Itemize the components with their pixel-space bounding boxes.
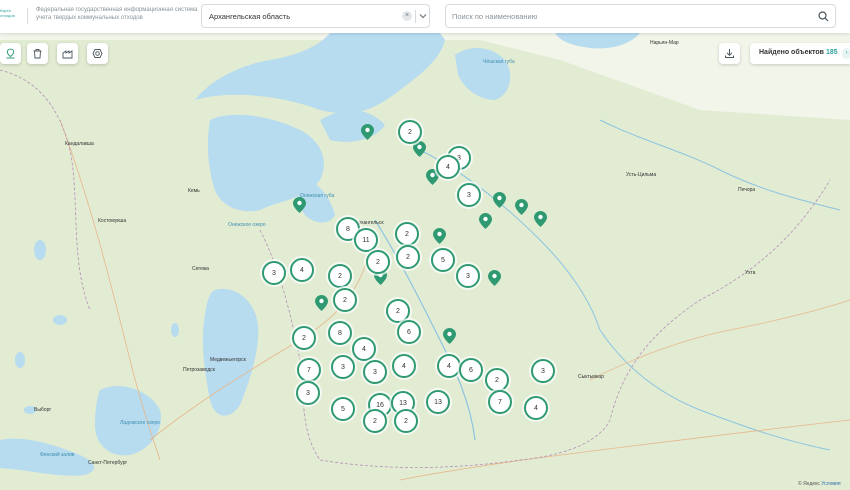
map-base-layer — [0, 0, 850, 490]
found-objects-label: Найдено объектов 185 — [759, 49, 838, 56]
chevron-right-icon[interactable]: › — [842, 48, 850, 59]
region-select-value: Архангельская область — [209, 12, 291, 21]
map-cluster[interactable]: 2 — [328, 264, 352, 288]
map-label-kem: Кемь — [188, 188, 200, 194]
map-label-ust-tsilma: Усть-Цильма — [626, 172, 657, 178]
map[interactable]: Онежская губа Онежское озеро Чёшская губ… — [0, 0, 850, 490]
map-cluster[interactable]: 5 — [331, 397, 355, 421]
map-pin-icon[interactable] — [315, 295, 328, 311]
map-cluster[interactable]: 4 — [392, 354, 416, 378]
map-pin-icon[interactable] — [413, 141, 426, 157]
map-cluster[interactable]: 7 — [488, 390, 512, 414]
map-cluster[interactable]: 11 — [354, 228, 378, 252]
search-input[interactable] — [452, 9, 812, 24]
trash-icon — [33, 49, 42, 59]
map-cluster[interactable]: 2 — [363, 409, 387, 433]
region-select-separator — [415, 10, 416, 23]
map-label-petrozavodsk: Петрозаводск — [183, 367, 215, 373]
map-label-finnish-gulf: Финский залив — [40, 452, 75, 458]
logo[interactable]: Карта отходов — [0, 8, 22, 26]
attribution-prefix: © Яндекс — [798, 481, 820, 487]
chevron-down-icon[interactable] — [418, 10, 428, 22]
map-cluster[interactable]: 2 — [366, 250, 390, 274]
map-label-vyborg: Выборг — [34, 407, 52, 413]
map-cluster[interactable]: 8 — [328, 321, 352, 345]
map-label-cheshskaya-bay: Чёшская губа — [483, 59, 515, 65]
map-pin-icon[interactable] — [488, 270, 501, 286]
map-label-kandalaksha: Кандалакша — [65, 141, 94, 147]
map-cluster[interactable]: 2 — [395, 222, 419, 246]
terms-link[interactable]: Условия — [821, 481, 840, 487]
map-cluster[interactable]: 7 — [297, 358, 321, 382]
download-button[interactable] — [719, 43, 740, 64]
location-pin-tool-button[interactable] — [0, 43, 21, 64]
map-cluster[interactable]: 2 — [292, 326, 316, 350]
map-pin-icon[interactable] — [361, 124, 374, 140]
map-cluster[interactable]: 6 — [397, 320, 421, 344]
map-label-ukhta: Ухта — [745, 270, 756, 276]
map-cluster[interactable]: 2 — [394, 409, 418, 433]
search-box[interactable] — [445, 4, 836, 28]
map-cluster[interactable]: 3 — [456, 264, 480, 288]
map-cluster[interactable]: 5 — [431, 248, 455, 272]
map-pin-icon[interactable] — [293, 197, 306, 213]
map-label-medvezhyegorsk: Медвежьегорск — [210, 357, 246, 363]
map-label-syktyvkar: Сыктывкар — [578, 374, 604, 380]
gear-icon — [92, 49, 103, 58]
map-label-ladoga: Ладожское озеро — [120, 420, 161, 426]
factory-icon — [62, 50, 73, 59]
map-cluster[interactable]: 4 — [524, 396, 548, 420]
map-cluster[interactable]: 3 — [531, 359, 555, 383]
map-label-kostomuksha: Костомукша — [98, 218, 127, 224]
map-pin-icon[interactable] — [479, 213, 492, 229]
map-cluster[interactable]: 3 — [457, 183, 481, 207]
map-label-naryan-mar: Нарьян-Мар — [650, 40, 679, 46]
map-pin-icon[interactable] — [534, 211, 547, 227]
header: Карта отходов Федеральная государственна… — [0, 0, 850, 33]
logo-divider — [27, 8, 28, 24]
map-pin-icon[interactable] — [433, 228, 446, 244]
map-pin-icon[interactable] — [493, 192, 506, 208]
map-cluster[interactable]: 3 — [363, 360, 387, 384]
found-objects-panel[interactable]: Найдено объектов 185 › — [750, 43, 850, 64]
map-cluster[interactable]: 6 — [459, 358, 483, 382]
settings-tool-button[interactable] — [87, 43, 108, 64]
map-label-onega-lake-north: Онежское озеро — [228, 222, 266, 228]
map-cluster[interactable]: 4 — [352, 337, 376, 361]
map-pin-icon — [6, 48, 15, 59]
map-label-pechora: Печора — [738, 187, 756, 193]
header-title: Федеральная государственная информационн… — [36, 7, 198, 21]
map-cluster[interactable]: 2 — [396, 245, 420, 269]
map-pin-icon[interactable] — [515, 199, 528, 215]
facility-tool-button[interactable] — [57, 43, 78, 64]
map-cluster[interactable]: 2 — [398, 120, 422, 144]
search-icon[interactable] — [818, 11, 829, 22]
map-cluster[interactable]: 3 — [262, 261, 286, 285]
logo-text: Карта отходов — [0, 8, 15, 18]
found-label-text: Найдено объектов — [759, 49, 824, 56]
close-icon[interactable]: × — [402, 11, 412, 21]
found-objects-count: 185 — [825, 49, 838, 56]
delete-tool-button[interactable] — [27, 43, 48, 64]
map-attribution: © Яндекс Условия — [798, 481, 841, 487]
download-icon — [725, 49, 734, 58]
map-cluster[interactable]: 3 — [331, 355, 355, 379]
map-cluster[interactable]: 3 — [296, 381, 320, 405]
map-label-segezha: Сегежа — [192, 266, 209, 272]
map-cluster[interactable]: 2 — [333, 288, 357, 312]
map-cluster[interactable]: 4 — [437, 354, 461, 378]
map-pin-icon[interactable] — [443, 328, 456, 344]
map-cluster[interactable]: 13 — [426, 390, 450, 414]
map-cluster[interactable]: 4 — [436, 155, 460, 179]
map-cluster[interactable]: 4 — [290, 258, 314, 282]
map-cluster[interactable]: 2 — [485, 368, 509, 392]
region-select[interactable]: Архангельская область × — [201, 4, 430, 28]
map-label-spb: Санкт-Петербург — [88, 460, 128, 466]
